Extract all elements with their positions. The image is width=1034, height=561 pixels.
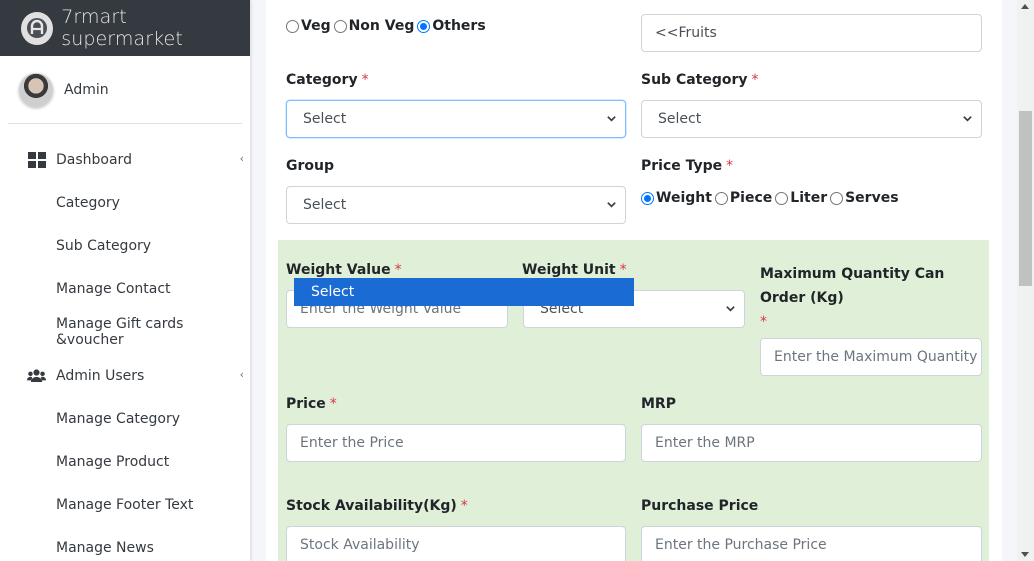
sidebar: 7rmart supermarket Admin Dashboard ‹ Cat… xyxy=(0,0,250,561)
sidebar-item-category[interactable]: Category xyxy=(0,181,250,224)
radio-veg[interactable] xyxy=(286,19,299,33)
group-label: Group xyxy=(286,158,335,174)
radio-weight[interactable] xyxy=(641,191,654,205)
radio-label-veg: Veg xyxy=(301,18,331,34)
category-label-text: Category xyxy=(286,72,358,88)
chevron-down-icon xyxy=(607,116,616,122)
purchase-price-label: Purchase Price xyxy=(641,498,759,514)
radio-label-non-veg: Non Veg xyxy=(348,18,415,34)
user-name: Admin xyxy=(64,81,109,98)
radio-piece[interactable] xyxy=(714,191,728,205)
sidebar-item-label: Manage Footer Text xyxy=(56,497,194,514)
sidebar-item-dashboard[interactable]: Dashboard ‹ xyxy=(0,138,250,181)
dashboard-grid-icon xyxy=(27,150,46,169)
weight-unit-label-text: Weight Unit xyxy=(522,262,616,278)
required-mark: * xyxy=(460,498,468,514)
sidebar-item-manage-news[interactable]: Manage News xyxy=(0,527,250,561)
sidebar-item-label: Sub Category xyxy=(56,237,152,254)
radio-label-liter: Liter xyxy=(790,190,828,206)
sidebar-item-admin-users[interactable]: Admin Users ‹ xyxy=(0,354,250,397)
group-select-value: Select xyxy=(303,197,347,213)
sidebar-item-label: Category xyxy=(56,194,120,211)
group-select[interactable]: Select xyxy=(286,186,626,224)
sidebar-item-manage-product[interactable]: Manage Product xyxy=(0,440,250,483)
brand-link[interactable]: 7rmart supermarket xyxy=(0,0,250,56)
mrp-label: MRP xyxy=(641,396,676,412)
chevron-down-icon xyxy=(726,306,735,312)
stock-label: Stock Availability(Kg) * xyxy=(286,498,468,514)
radio-serves[interactable] xyxy=(830,191,844,205)
required-mark: * xyxy=(619,262,627,278)
sub-category-select[interactable]: Select xyxy=(641,100,982,138)
category-select-value: Select xyxy=(303,111,347,127)
brand-name: 7rmart supermarket xyxy=(61,6,183,50)
max-quantity-label-text: Maximum Quantity Can Order (Kg) xyxy=(760,266,945,306)
max-quantity-label: Maximum Quantity Can Order (Kg) * xyxy=(760,262,982,334)
sidebar-item-label: Manage Category xyxy=(56,410,181,427)
required-mark: * xyxy=(361,72,369,88)
sidebar-nav: Dashboard ‹ Category Sub Category Manage… xyxy=(0,124,250,561)
price-type-radios: Weight Piece Liter Serves xyxy=(641,190,902,206)
users-icon xyxy=(27,366,46,385)
stock-input[interactable]: Stock Availability xyxy=(286,526,626,561)
app-root: 7rmart supermarket Admin Dashboard ‹ Cat… xyxy=(0,0,1034,561)
sidebar-item-manage-footer-text[interactable]: Manage Footer Text xyxy=(0,484,250,527)
chevron-left-icon: ‹ xyxy=(239,367,244,381)
brand-logo-icon xyxy=(21,11,54,45)
sidebar-item-label: Manage Contact xyxy=(56,281,171,298)
price-type-label-text: Price Type xyxy=(641,158,723,174)
user-panel[interactable]: Admin xyxy=(8,56,242,124)
radio-label-piece: Piece xyxy=(729,190,773,206)
weight-unit-dropdown-option[interactable]: Select xyxy=(294,278,634,306)
max-quantity-input[interactable]: Enter the Maximum Quantity xyxy=(760,338,982,376)
radio-label-serves: Serves xyxy=(845,190,899,206)
sidebar-item-label: Manage Product xyxy=(56,453,170,470)
product-type-radios: Veg Non Veg Others xyxy=(286,18,489,34)
sub-category-label: Sub Category * xyxy=(641,72,759,88)
category-label: Category * xyxy=(286,72,369,88)
scroll-down-arrow-icon[interactable] xyxy=(1021,552,1029,557)
chevron-down-icon xyxy=(963,116,972,122)
required-mark: * xyxy=(760,314,767,330)
weight-value-label: Weight Value * xyxy=(286,262,402,278)
radio-label-others: Others xyxy=(432,18,486,34)
category-select[interactable]: Select xyxy=(286,100,626,138)
radio-label-weight: Weight xyxy=(656,190,712,206)
radio-non-veg[interactable] xyxy=(333,19,347,33)
price-label: Price * xyxy=(286,396,337,412)
sub-category-label-text: Sub Category xyxy=(641,72,748,88)
avatar xyxy=(19,72,53,107)
required-mark: * xyxy=(394,262,402,278)
chevron-down-icon xyxy=(607,202,616,208)
price-input[interactable]: Enter the Price xyxy=(286,424,626,462)
sub-category-select-value: Select xyxy=(658,111,702,127)
sidebar-item-manage-gift-cards[interactable]: Manage Gift cards &voucher xyxy=(0,311,250,354)
tag-input[interactable]: <<Fruits xyxy=(641,14,982,52)
sidebar-item-manage-category[interactable]: Manage Category xyxy=(0,397,250,440)
purchase-price-input[interactable]: Enter the Purchase Price xyxy=(641,526,982,561)
required-mark: * xyxy=(726,158,734,174)
sidebar-item-label: Manage Gift cards &voucher xyxy=(56,316,184,349)
price-type-label: Price Type * xyxy=(641,158,733,174)
mrp-input[interactable]: Enter the MRP xyxy=(641,424,982,462)
stock-label-text: Stock Availability(Kg) xyxy=(286,498,457,514)
scrollbar-thumb[interactable] xyxy=(1019,111,1032,286)
required-mark: * xyxy=(751,72,759,88)
sidebar-item-label: Dashboard xyxy=(56,151,132,168)
sidebar-item-label: Admin Users xyxy=(56,367,145,384)
page-scrollbar[interactable] xyxy=(1017,0,1034,561)
sidebar-item-label: Manage News xyxy=(56,540,154,557)
radio-liter[interactable] xyxy=(775,191,789,205)
price-label-text: Price xyxy=(286,396,326,412)
radio-others[interactable] xyxy=(417,19,431,33)
required-mark: * xyxy=(329,396,337,412)
sidebar-item-sub-category[interactable]: Sub Category xyxy=(0,224,250,267)
weight-value-label-text: Weight Value xyxy=(286,262,391,278)
weight-unit-label: Weight Unit * xyxy=(522,262,627,278)
chevron-left-icon: ‹ xyxy=(239,152,244,165)
sidebar-item-manage-contact[interactable]: Manage Contact xyxy=(0,268,250,311)
scroll-up-arrow-icon[interactable] xyxy=(1021,4,1029,9)
